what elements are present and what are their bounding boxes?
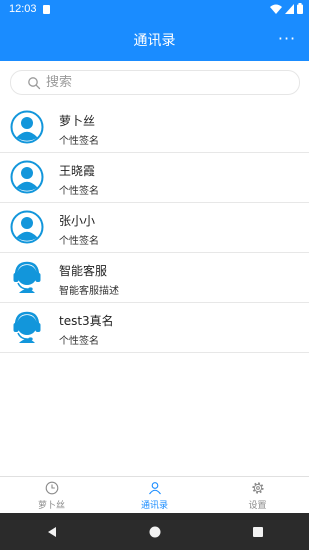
contacts-icon (148, 481, 161, 494)
contact-subtitle: 智能客服描述 (59, 286, 119, 297)
back-icon (47, 526, 56, 537)
contact-item[interactable]: 王晓霞 个性签名 (0, 153, 309, 203)
signal-icon (285, 3, 294, 14)
tab-label: 通讯录 (140, 500, 168, 511)
contact-item[interactable]: 智能客服 智能客服描述 (0, 253, 309, 303)
home-button[interactable] (140, 517, 170, 547)
status-time: 12:03 (9, 3, 37, 15)
contact-subtitle: 个性签名 (59, 186, 99, 197)
tab-label: 萝卜丝 (37, 500, 65, 511)
headset-icon (13, 311, 41, 343)
tab-label: 设置 (248, 500, 267, 511)
clock-icon (45, 481, 58, 494)
bottom-nav: 萝卜丝 通讯录 设置 (0, 476, 309, 514)
home-icon (149, 526, 160, 537)
headset-icon (13, 261, 41, 293)
back-button[interactable] (37, 517, 67, 547)
search-bar[interactable] (10, 70, 300, 95)
contact-name: 萝卜丝 (59, 114, 96, 128)
recents-icon (252, 526, 263, 537)
contact-name: 张小小 (59, 214, 96, 228)
wifi-icon (270, 4, 282, 14)
contact-subtitle: 个性签名 (59, 336, 99, 347)
app-bar: 通讯录 ··· (0, 18, 309, 61)
tab-luobosi[interactable]: 萝卜丝 (0, 477, 103, 514)
tab-settings[interactable]: 设置 (206, 477, 309, 514)
contact-name: test3真名 (59, 314, 114, 328)
contact-item[interactable]: 张小小 个性签名 (0, 203, 309, 253)
more-button[interactable]: ··· (275, 26, 299, 50)
contact-subtitle: 个性签名 (59, 236, 99, 247)
contact-list: 萝卜丝 个性签名 王晓霞 个性签名 张小小 个性签名 智能客服 智能客服描述 t… (0, 103, 309, 353)
sd-card-icon (42, 4, 50, 14)
contact-item[interactable]: 萝卜丝 个性签名 (0, 103, 309, 153)
recents-button[interactable] (243, 517, 273, 547)
search-icon (28, 76, 41, 89)
contact-subtitle: 个性签名 (59, 136, 99, 147)
person-icon (10, 110, 44, 144)
person-icon (10, 160, 44, 194)
search-input[interactable] (46, 75, 276, 90)
battery-icon (297, 3, 303, 14)
contact-name: 智能客服 (59, 264, 108, 278)
more-icon: ··· (277, 28, 297, 48)
status-icons (270, 3, 303, 14)
tab-contacts[interactable]: 通讯录 (103, 477, 206, 514)
gear-icon (251, 481, 264, 494)
person-icon (10, 210, 44, 244)
status-bar: 12:03 (0, 0, 309, 18)
system-nav-bar (0, 513, 309, 550)
contact-name: 王晓霞 (59, 164, 96, 178)
contact-item[interactable]: test3真名 个性签名 (0, 303, 309, 353)
page-title: 通讯录 (133, 32, 176, 49)
